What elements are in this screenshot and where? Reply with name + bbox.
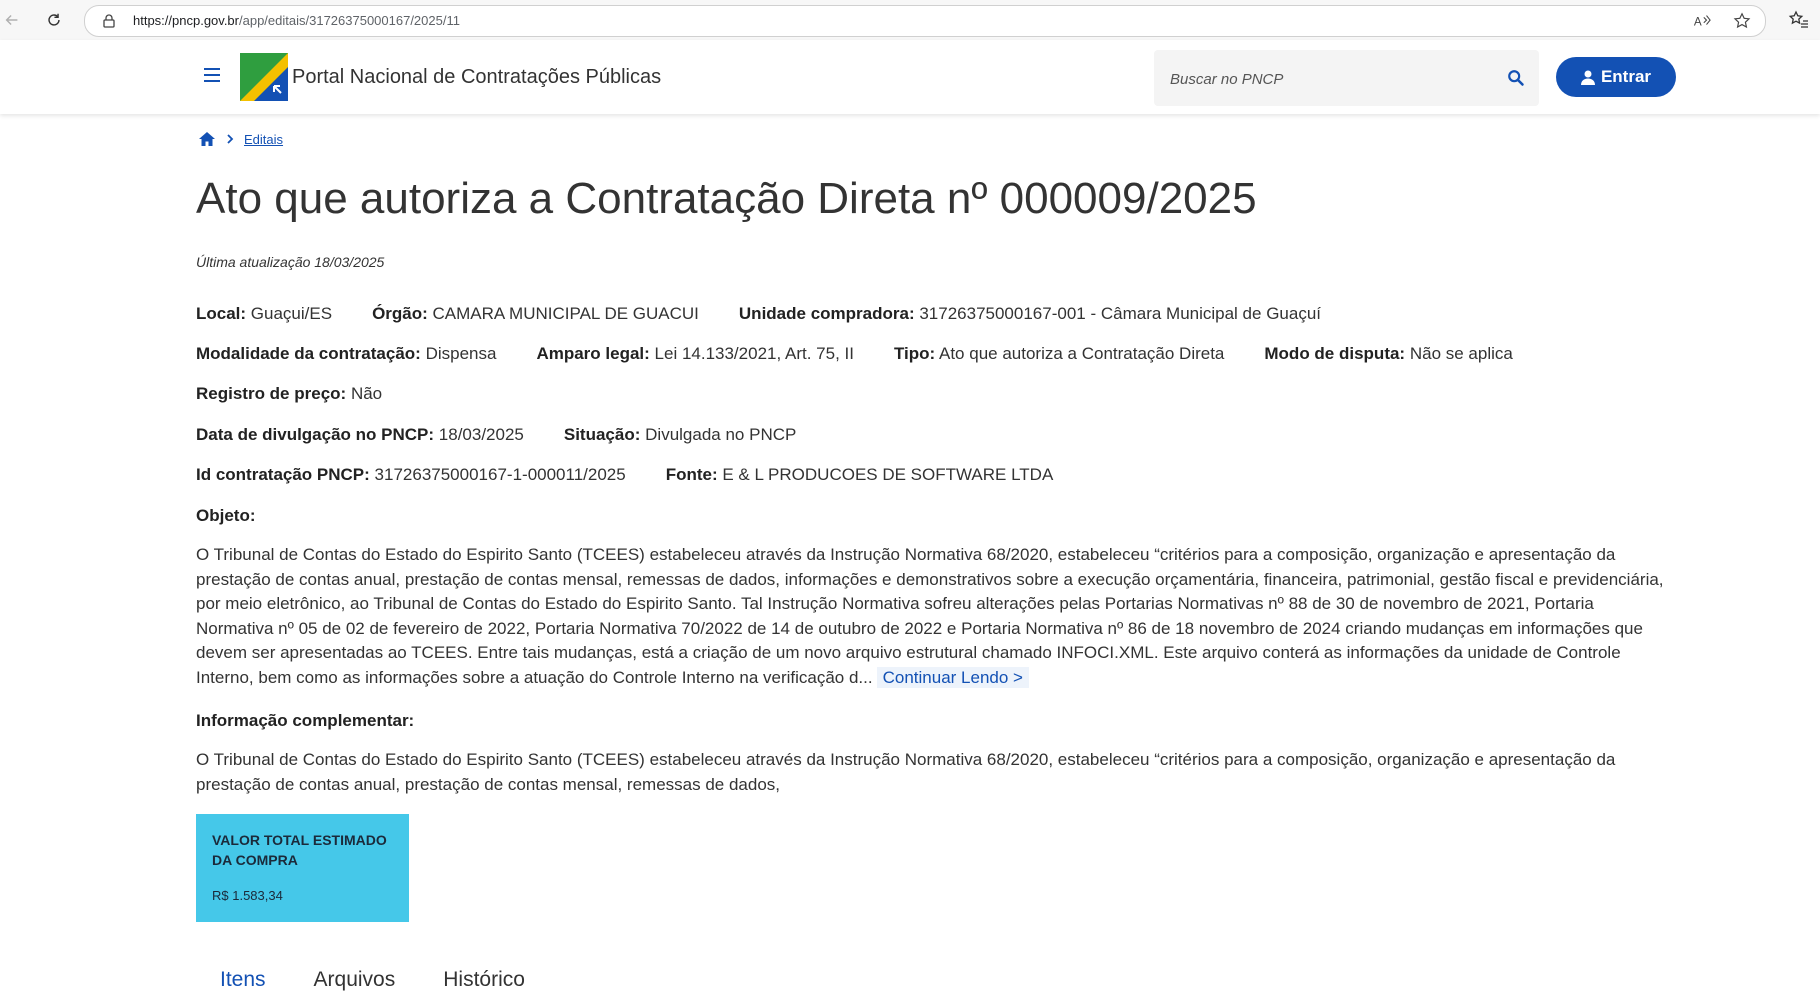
- star-icon[interactable]: [1733, 12, 1751, 30]
- tab-historico[interactable]: Histórico: [443, 968, 525, 992]
- last-update: Última atualização 18/03/2025: [196, 254, 385, 270]
- continue-reading-link[interactable]: Continuar Lendo >: [876, 666, 1029, 688]
- svg-text:A: A: [1694, 16, 1702, 29]
- search-icon[interactable]: [1507, 69, 1525, 87]
- info-row: Data de divulgação no PNCP: 18/03/2025 S…: [196, 425, 796, 445]
- chevron-right-icon: [227, 134, 234, 144]
- url-text: https://pncp.gov.br/app/editais/31726375…: [133, 13, 460, 28]
- browser-toolbar: https://pncp.gov.br/app/editais/31726375…: [0, 0, 1820, 41]
- field-fonte: Fonte: E & L PRODUCOES DE SOFTWARE LTDA: [665, 465, 1054, 484]
- favorites-icon[interactable]: [1788, 9, 1810, 31]
- info-row: Registro de preço: Não: [196, 384, 382, 404]
- back-icon[interactable]: [0, 8, 24, 32]
- valor-total-label: VALOR TOTAL ESTIMADO DA COMPRA: [212, 832, 387, 868]
- info-row: Id contratação PNCP: 31726375000167-1-00…: [196, 465, 1053, 485]
- info-complementar-label: Informação complementar:: [196, 711, 415, 730]
- field-tipo: Tipo: Ato que autoriza a Contratação Dir…: [893, 344, 1225, 363]
- breadcrumb: Editais: [198, 131, 283, 147]
- field-modalidade: Modalidade da contratação: Dispensa: [196, 344, 497, 363]
- tabs: Itens Arquivos Histórico: [220, 968, 525, 992]
- info-row: Local: Guaçui/ES Órgão: CAMARA MUNICIPAL…: [196, 304, 1321, 324]
- field-registro-preco: Registro de preço: Não: [196, 384, 383, 403]
- search-box: [1154, 50, 1539, 106]
- login-button[interactable]: Entrar: [1556, 57, 1676, 97]
- site-header: Portal Nacional de Contratações Públicas…: [0, 40, 1820, 114]
- search-input[interactable]: [1168, 66, 1492, 92]
- login-label: Entrar: [1600, 67, 1652, 86]
- user-icon: [1580, 70, 1595, 85]
- site-title[interactable]: Portal Nacional de Contratações Públicas: [292, 66, 661, 89]
- lock-icon[interactable]: [101, 13, 117, 29]
- field-unidade: Unidade compradora: 31726375000167-001 -…: [738, 304, 1322, 323]
- field-local: Local: Guaçui/ES: [196, 304, 333, 323]
- reload-icon[interactable]: [42, 8, 66, 32]
- objeto-paragraph: O Tribunal de Contas do Estado do Espiri…: [196, 543, 1676, 690]
- objeto-text: O Tribunal de Contas do Estado do Espiri…: [196, 545, 1664, 687]
- objeto-label: Objeto:: [196, 506, 256, 525]
- tab-itens[interactable]: Itens: [220, 968, 266, 992]
- valor-total-value: R$ 1.583,34: [212, 888, 283, 903]
- home-icon[interactable]: [198, 131, 216, 147]
- field-orgao: Órgão: CAMARA MUNICIPAL DE GUACUI: [372, 304, 699, 323]
- page-title: Ato que autoriza a Contratação Direta nº…: [196, 174, 1257, 223]
- valor-total-card: VALOR TOTAL ESTIMADO DA COMPRA R$ 1.583,…: [196, 814, 409, 922]
- read-aloud-icon[interactable]: A: [1693, 12, 1711, 30]
- tab-arquivos[interactable]: Arquivos: [314, 968, 396, 992]
- pncp-logo[interactable]: [240, 53, 288, 101]
- field-situacao: Situação: Divulgada no PNCP: [563, 425, 797, 444]
- menu-icon[interactable]: [204, 68, 220, 82]
- field-data-divulgacao: Data de divulgação no PNCP: 18/03/2025: [196, 425, 524, 444]
- address-bar[interactable]: https://pncp.gov.br/app/editais/31726375…: [84, 5, 1766, 37]
- field-modo-disputa: Modo de disputa: Não se aplica: [1264, 344, 1513, 363]
- info-complementar-text: O Tribunal de Contas do Estado do Espiri…: [196, 750, 1616, 794]
- field-id-contratacao: Id contratação PNCP: 31726375000167-1-00…: [196, 465, 626, 484]
- info-row: Modalidade da contratação: Dispensa Ampa…: [196, 344, 1513, 364]
- field-amparo: Amparo legal: Lei 14.133/2021, Art. 75, …: [536, 344, 854, 363]
- breadcrumb-editais[interactable]: Editais: [244, 132, 283, 147]
